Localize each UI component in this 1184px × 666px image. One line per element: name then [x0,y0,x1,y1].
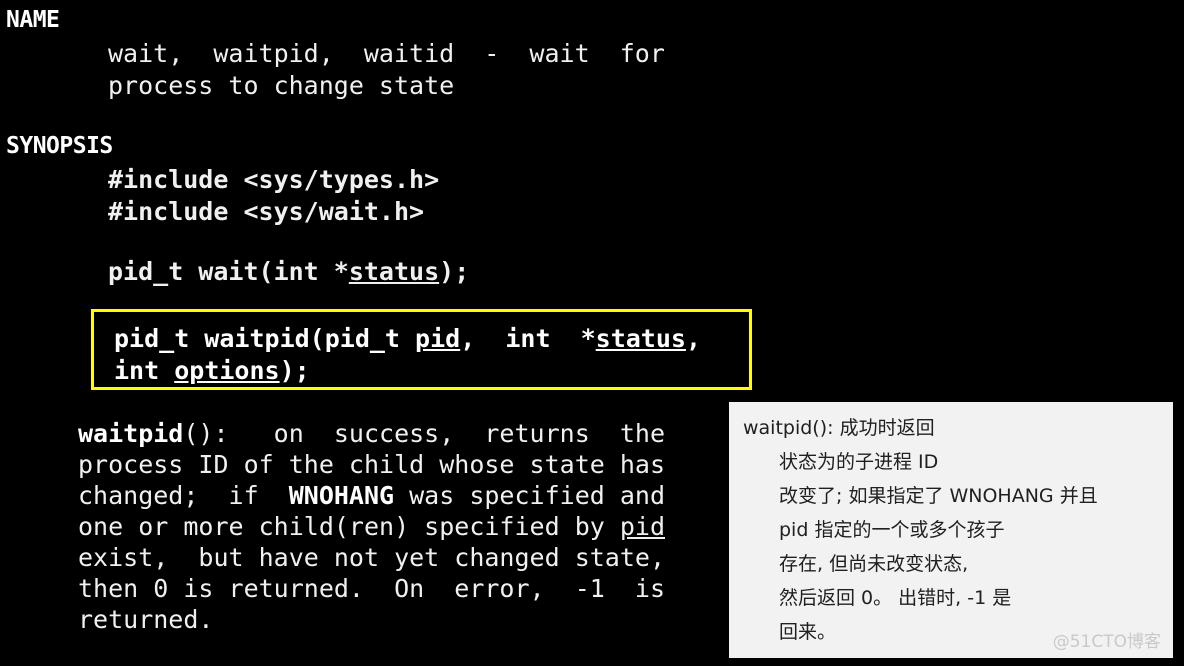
desc-func-name: waitpid [78,419,184,448]
waitpid-proto-status-param: status [595,324,686,353]
name-body-line-1: wait, waitpid, waitid - wait for [108,39,665,68]
translation-line-1: waitpid(): 成功时返回 [743,417,935,439]
desc-line-7: returned. [78,605,214,634]
desc-line-3-a: changed; if [78,481,289,510]
waitpid-proto-seg-5: ); [279,356,310,385]
translation-line-4: pid 指定的一个或多个孩子 [779,519,1005,541]
waitpid-prototype-text: pid_t waitpid(pid_t pid, int *status, in… [114,323,701,387]
desc-line-5: exist, but have not yet changed state, [78,543,665,572]
site-watermark: @51CTO博客 [1052,632,1161,652]
wait-prototype-status-param: status [348,257,440,286]
desc-line-4-a: one or more child(ren) specified by [78,512,620,541]
include-line-2: #include <sys/wait.h> [108,197,425,226]
waitpid-proto-seg-2: , int * [460,324,596,353]
chinese-translation-panel: waitpid(): 成功时返回 状态为的子进程 ID 改变了; 如果指定了 W… [729,402,1173,658]
waitpid-proto-options-param: options [174,356,280,385]
waitpid-return-description: waitpid(): on success, returns the proce… [78,418,665,635]
section-heading-name: NAME [6,7,60,33]
synopsis-includes: #include <sys/types.h> #include <sys/wai… [108,164,439,228]
translation-line-5: 存在, 但尚未改变状态, [779,553,969,575]
desc-line-6: then 0 is returned. On error, -1 is [78,574,665,603]
wait-prototype-prefix: pid_t wait(int * [108,257,349,286]
wait-prototype: pid_t wait(int *status); [108,256,469,288]
wait-prototype-suffix: ); [439,257,470,286]
desc-pid-param: pid [619,512,666,541]
translation-line-3: 改变了; 如果指定了 WNOHANG 并且 [779,485,1098,507]
waitpid-proto-seg-3: , [685,324,702,353]
include-line-1: #include <sys/types.h> [108,165,440,194]
translation-line-2: 状态为的子进程 ID [779,451,939,473]
name-body-line-2: process to change state [108,71,455,100]
waitpid-prototype-highlight-box: pid_t waitpid(pid_t pid, int *status, in… [91,309,752,390]
translation-line-6: 然后返回 0。 出错时, -1 是 [779,587,1012,609]
desc-line-3-b: was specified and [394,481,666,510]
name-section-body: wait, waitpid, waitid - wait for process… [108,38,665,102]
section-heading-synopsis: SYNOPSIS [6,133,113,159]
waitpid-proto-seg-1: pid_t waitpid(pid_t [114,324,416,353]
waitpid-proto-seg-4: int [114,356,175,385]
desc-wnohang-keyword: WNOHANG [288,481,395,510]
desc-line-1: (): on success, returns the [183,419,665,448]
desc-line-2: process ID of the child whose state has [78,450,665,479]
translation-line-7: 回来。 [779,621,837,643]
waitpid-proto-pid-param: pid [415,324,461,353]
screenshot-root: NAME wait, waitpid, waitid - wait for pr… [0,0,1184,666]
